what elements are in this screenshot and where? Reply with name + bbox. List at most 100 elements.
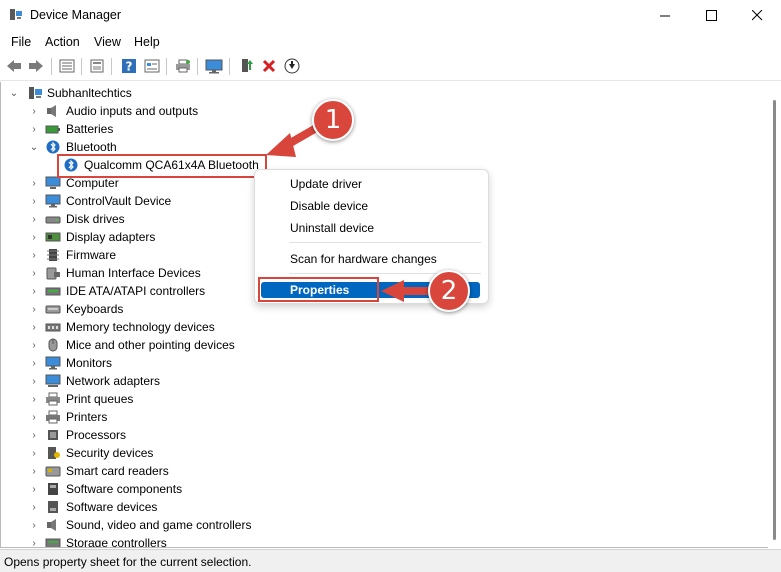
chevron-right-icon[interactable]: ›	[29, 213, 39, 225]
tree-category[interactable]: › Monitors	[1, 354, 768, 372]
chevron-right-icon[interactable]: ›	[29, 339, 39, 351]
chevron-right-icon[interactable]: ›	[29, 285, 39, 297]
tree-category[interactable]: › Audio inputs and outputs	[1, 102, 768, 120]
toolbar-separator	[81, 58, 82, 75]
tree-category[interactable]: › Smart card readers	[1, 462, 768, 480]
chevron-right-icon[interactable]: ›	[29, 105, 39, 117]
hid-icon	[45, 266, 61, 280]
tree-category[interactable]: › Print queues	[1, 390, 768, 408]
tree-category[interactable]: › Memory technology devices	[1, 318, 768, 336]
tree-category[interactable]: › Mice and other pointing devices	[1, 336, 768, 354]
chevron-right-icon[interactable]: ›	[29, 321, 39, 333]
chevron-right-icon[interactable]: ›	[29, 123, 39, 135]
security-icon	[45, 446, 61, 460]
chevron-right-icon[interactable]: ›	[29, 375, 39, 387]
tree-category[interactable]: › Sound, video and game controllers	[1, 516, 768, 534]
close-button[interactable]	[734, 0, 780, 31]
scan-button[interactable]	[205, 57, 223, 75]
maximize-button[interactable]	[688, 0, 734, 31]
uninstall-icon	[262, 59, 276, 73]
software-component-icon	[45, 482, 61, 496]
properties-button[interactable]	[88, 57, 106, 75]
minimize-button[interactable]	[642, 0, 688, 31]
chevron-right-icon[interactable]: ›	[29, 393, 39, 405]
tree-item-label: Software devices	[66, 500, 158, 514]
bluetooth-device-highlight	[57, 154, 267, 178]
properties-icon	[90, 59, 104, 73]
tree-category[interactable]: › Security devices	[1, 444, 768, 462]
tree-item-label: Keyboards	[66, 302, 124, 316]
menu-file[interactable]: File	[11, 35, 31, 49]
ctx-scan-hardware[interactable]: Scan for hardware changes	[290, 252, 437, 266]
device-list-button[interactable]	[58, 57, 76, 75]
toolbar-separator	[51, 58, 52, 75]
menu-action[interactable]: Action	[45, 35, 80, 49]
vertical-scrollbar[interactable]	[768, 82, 781, 548]
tree-category[interactable]: › Storage controllers	[1, 534, 768, 548]
chevron-right-icon[interactable]: ›	[29, 501, 39, 513]
ctx-uninstall-device[interactable]: Uninstall device	[290, 221, 374, 235]
toolbar-separator	[166, 58, 167, 75]
chevron-right-icon[interactable]: ›	[29, 231, 39, 243]
chevron-right-icon[interactable]: ›	[29, 177, 39, 189]
tree-category[interactable]: › Processors	[1, 426, 768, 444]
tree-category[interactable]: › Batteries	[1, 120, 768, 138]
chevron-down-icon[interactable]: ⌄	[29, 141, 39, 153]
menu-help[interactable]: Help	[134, 35, 160, 49]
chevron-right-icon[interactable]: ›	[29, 483, 39, 495]
tree-item-label: Computer	[66, 176, 119, 190]
context-menu-separator	[289, 242, 481, 243]
tree-item-label: Processors	[66, 428, 127, 442]
ctx-update-driver[interactable]: Update driver	[290, 177, 362, 191]
uninstall-button[interactable]	[260, 57, 278, 75]
toolbar-separator	[111, 58, 112, 75]
print-button[interactable]	[174, 57, 192, 75]
chevron-right-icon[interactable]: ›	[29, 195, 39, 207]
toolbar: ?	[0, 52, 781, 81]
chevron-down-icon[interactable]: ⌄	[9, 87, 19, 99]
processor-icon	[45, 428, 61, 442]
tree-category[interactable]: › Software components	[1, 480, 768, 498]
help-icon: ?	[122, 59, 136, 74]
tree-category[interactable]: › Printers	[1, 408, 768, 426]
tree-item-label: Human Interface Devices	[66, 266, 201, 280]
forward-button[interactable]	[27, 57, 45, 75]
chevron-right-icon[interactable]: ›	[29, 465, 39, 477]
menu-view[interactable]: View	[94, 35, 121, 49]
chevron-right-icon[interactable]: ›	[29, 519, 39, 531]
toolbar-separator	[229, 58, 230, 75]
chevron-right-icon[interactable]: ›	[29, 537, 39, 548]
update-driver-button[interactable]	[237, 57, 255, 75]
chevron-right-icon[interactable]: ›	[29, 357, 39, 369]
computer-icon	[45, 176, 61, 190]
computer-root-icon	[27, 86, 43, 100]
tree-item-label: Software components	[66, 482, 183, 496]
svg-text:?: ?	[126, 60, 133, 74]
chevron-right-icon[interactable]: ›	[29, 411, 39, 423]
ctx-disable-device[interactable]: Disable device	[290, 199, 368, 213]
disk-icon	[45, 212, 61, 226]
tree-item-label: Audio inputs and outputs	[66, 104, 199, 118]
chevron-right-icon[interactable]: ›	[29, 429, 39, 441]
tree-category[interactable]: › Software devices	[1, 498, 768, 516]
network-icon	[45, 374, 61, 388]
tree-item-label: Network adapters	[66, 374, 161, 388]
scrollbar-thumb[interactable]	[773, 100, 776, 540]
download-icon	[284, 58, 300, 74]
software-device-icon	[45, 500, 61, 514]
chevron-right-icon[interactable]: ›	[29, 447, 39, 459]
firmware-icon	[45, 248, 61, 262]
enable-button[interactable]	[283, 57, 301, 75]
update-driver-icon	[242, 59, 253, 72]
tree-category[interactable]: › Network adapters	[1, 372, 768, 390]
chevron-right-icon[interactable]: ›	[29, 303, 39, 315]
tree-root[interactable]: ⌄ Subhanltechtics	[1, 84, 768, 102]
mouse-icon	[45, 338, 61, 352]
device-tree[interactable]: ⌄ Subhanltechtics › Audio inputs and outp…	[0, 82, 768, 548]
help-button[interactable]: ?	[120, 57, 138, 75]
view-button[interactable]	[143, 57, 161, 75]
chevron-right-icon[interactable]: ›	[29, 249, 39, 261]
tree-item-label: Smart card readers	[66, 464, 169, 478]
chevron-right-icon[interactable]: ›	[29, 267, 39, 279]
back-button[interactable]	[5, 57, 23, 75]
